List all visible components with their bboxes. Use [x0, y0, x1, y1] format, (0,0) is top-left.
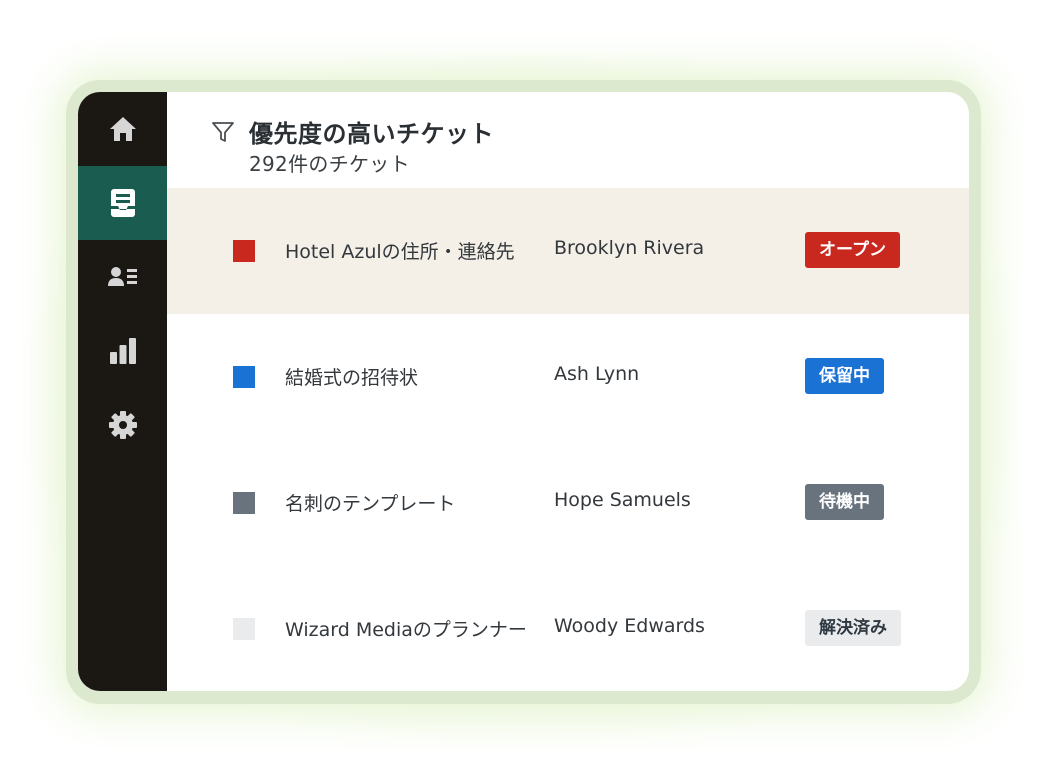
ticket-view: 優先度の高いチケット 292件のチケット Hotel Azulの住所・連絡先 B…	[167, 92, 969, 691]
ticket-row[interactable]: Wizard Mediaのプランナー Woody Edwards 解決済み	[167, 566, 969, 691]
status-badge: 保留中	[805, 358, 884, 394]
ticket-row[interactable]: 結婚式の招待状 Ash Lynn 保留中	[167, 314, 969, 440]
home-icon	[108, 115, 138, 143]
status-badge: 解決済み	[805, 610, 901, 646]
inbox-icon	[109, 187, 137, 219]
ticket-title: 結婚式の招待状	[285, 367, 419, 389]
ticket-title: Hotel Azulの住所・連絡先	[285, 241, 515, 263]
sidebar-item-settings[interactable]	[78, 388, 167, 462]
sidebar-item-home[interactable]	[78, 92, 167, 166]
sidebar-item-contacts[interactable]	[78, 240, 167, 314]
priority-swatch	[233, 492, 255, 514]
ticket-count: 292件のチケット	[249, 152, 410, 176]
gear-icon	[108, 410, 138, 440]
ticket-title: 名刺のテンプレート	[285, 493, 456, 515]
sidebar-item-reports[interactable]	[78, 314, 167, 388]
ticket-assignee: Ash Lynn	[554, 363, 640, 385]
bar-chart-icon	[108, 336, 138, 366]
sidebar	[78, 92, 167, 691]
ticket-row[interactable]: 名刺のテンプレート Hope Samuels 待機中	[167, 440, 969, 566]
status-badge: オープン	[805, 232, 900, 268]
status-badge: 待機中	[805, 484, 884, 520]
priority-swatch	[233, 240, 255, 262]
filter-icon[interactable]	[211, 120, 235, 148]
app-window: 優先度の高いチケット 292件のチケット Hotel Azulの住所・連絡先 B…	[78, 92, 969, 691]
ticket-assignee: Brooklyn Rivera	[554, 237, 705, 259]
priority-swatch	[233, 618, 255, 640]
page-title: 優先度の高いチケット	[249, 120, 494, 148]
ticket-assignee: Hope Samuels	[554, 489, 691, 511]
priority-swatch	[233, 366, 255, 388]
contact-card-icon	[107, 264, 139, 290]
ticket-title: Wizard Mediaのプランナー	[285, 619, 527, 641]
ticket-row[interactable]: Hotel Azulの住所・連絡先 Brooklyn Rivera オープン	[167, 188, 969, 314]
ticket-assignee: Woody Edwards	[554, 615, 705, 637]
view-header: 優先度の高いチケット 292件のチケット	[167, 92, 969, 188]
sidebar-item-tickets[interactable]	[78, 166, 167, 240]
